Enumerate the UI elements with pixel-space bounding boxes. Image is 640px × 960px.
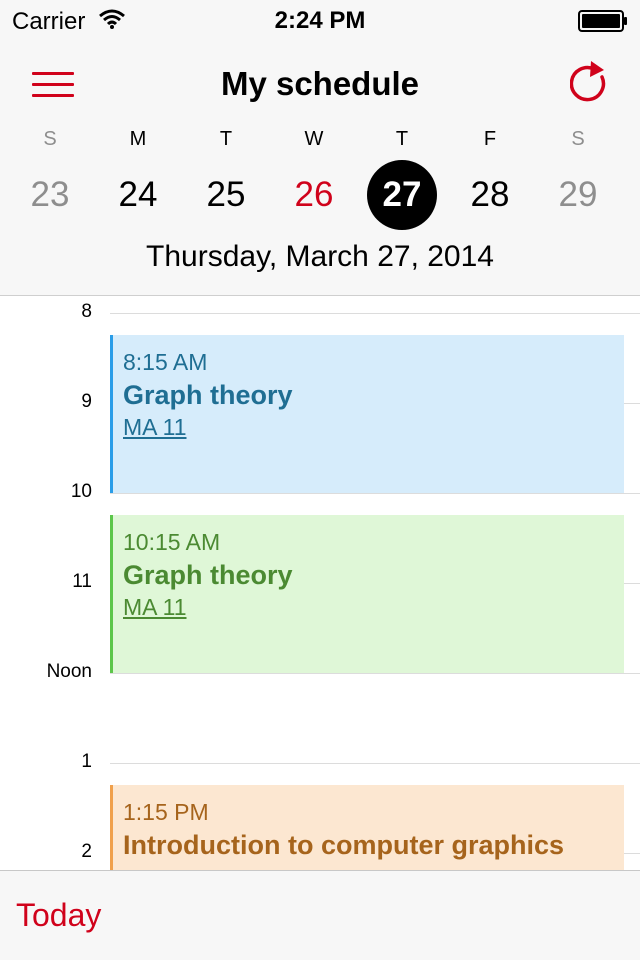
hour-label: 10	[70, 481, 92, 502]
day-date-selected: 27	[367, 160, 437, 230]
day-date: 24	[118, 175, 158, 214]
event-time: 8:15 AM	[123, 349, 208, 375]
hour-row: Noon	[0, 661, 640, 682]
hour-line	[110, 313, 640, 314]
day-monday[interactable]: M 24	[94, 126, 182, 246]
event-card[interactable]: 10:15 AM Graph theory MA 11	[110, 515, 624, 673]
hour-label: Noon	[46, 661, 92, 682]
day-wednesday[interactable]: W 26	[270, 126, 358, 246]
event-card[interactable]: 1:15 PM Introduction to computer graphic…	[110, 785, 624, 870]
day-date: 23	[30, 175, 70, 214]
day-timeline[interactable]: 8 9 10 11 Noon 1 2 8:15 AM Graph theory …	[0, 296, 640, 870]
page-title: My schedule	[220, 65, 420, 102]
menu-icon-bar	[32, 72, 74, 75]
hour-line	[110, 673, 640, 674]
day-date: 28	[470, 175, 510, 214]
event-title: Graph theory	[123, 380, 293, 410]
day-name: T	[219, 128, 233, 150]
day-thursday[interactable]: T 27	[358, 126, 446, 246]
event-title: Introduction to computer graphics	[123, 830, 565, 860]
day-sunday[interactable]: S 23	[6, 126, 94, 246]
menu-icon-bar	[32, 94, 74, 97]
day-tuesday[interactable]: T 25	[182, 126, 270, 246]
event-room-link[interactable]: MA 11	[123, 413, 187, 441]
status-time: 2:24 PM	[274, 7, 366, 34]
hour-label: 9	[81, 391, 92, 412]
day-name: T	[395, 128, 409, 150]
day-friday[interactable]: F 28	[446, 126, 534, 246]
event-time: 10:15 AM	[123, 529, 221, 555]
day-date: 29	[558, 175, 598, 214]
refresh-icon[interactable]	[570, 60, 610, 104]
hour-label: 11	[72, 571, 92, 592]
day-name: S	[43, 128, 57, 150]
battery-icon	[578, 10, 627, 32]
hour-row: 1	[0, 751, 640, 772]
day-date: 25	[206, 175, 246, 214]
hour-label: 2	[81, 841, 92, 862]
day-saturday[interactable]: S 29	[534, 126, 622, 246]
day-date: 26	[294, 175, 334, 214]
event-room-link[interactable]: MA 11	[123, 593, 187, 621]
week-strip: S 23 M 24 T 25 W 26 T 27 F 28 S 29	[6, 126, 622, 246]
hour-row: 10	[0, 481, 640, 502]
day-name: S	[571, 128, 585, 150]
hour-row: 8	[0, 301, 640, 322]
event-time: 1:15 PM	[123, 799, 209, 825]
menu-button[interactable]	[32, 72, 76, 98]
bottom-toolbar: Today	[0, 870, 640, 960]
today-button[interactable]: Today	[16, 897, 101, 934]
menu-icon-bar	[32, 83, 74, 86]
status-bar: Carrier 2:24 PM	[0, 0, 640, 40]
hour-label: 1	[81, 751, 92, 772]
day-name: M	[129, 128, 147, 150]
event-title: Graph theory	[123, 560, 293, 590]
hour-line	[110, 493, 640, 494]
hour-label: 8	[81, 301, 92, 322]
selected-date-label: Thursday, March 27, 2014	[146, 240, 494, 273]
schedule-header: My schedule S 23 M 24 T 25 W 26 T 27 F 2…	[0, 40, 640, 296]
event-card[interactable]: 8:15 AM Graph theory MA 11	[110, 335, 624, 493]
day-name: F	[483, 128, 497, 150]
hour-line	[110, 763, 640, 764]
day-name: W	[304, 128, 324, 150]
